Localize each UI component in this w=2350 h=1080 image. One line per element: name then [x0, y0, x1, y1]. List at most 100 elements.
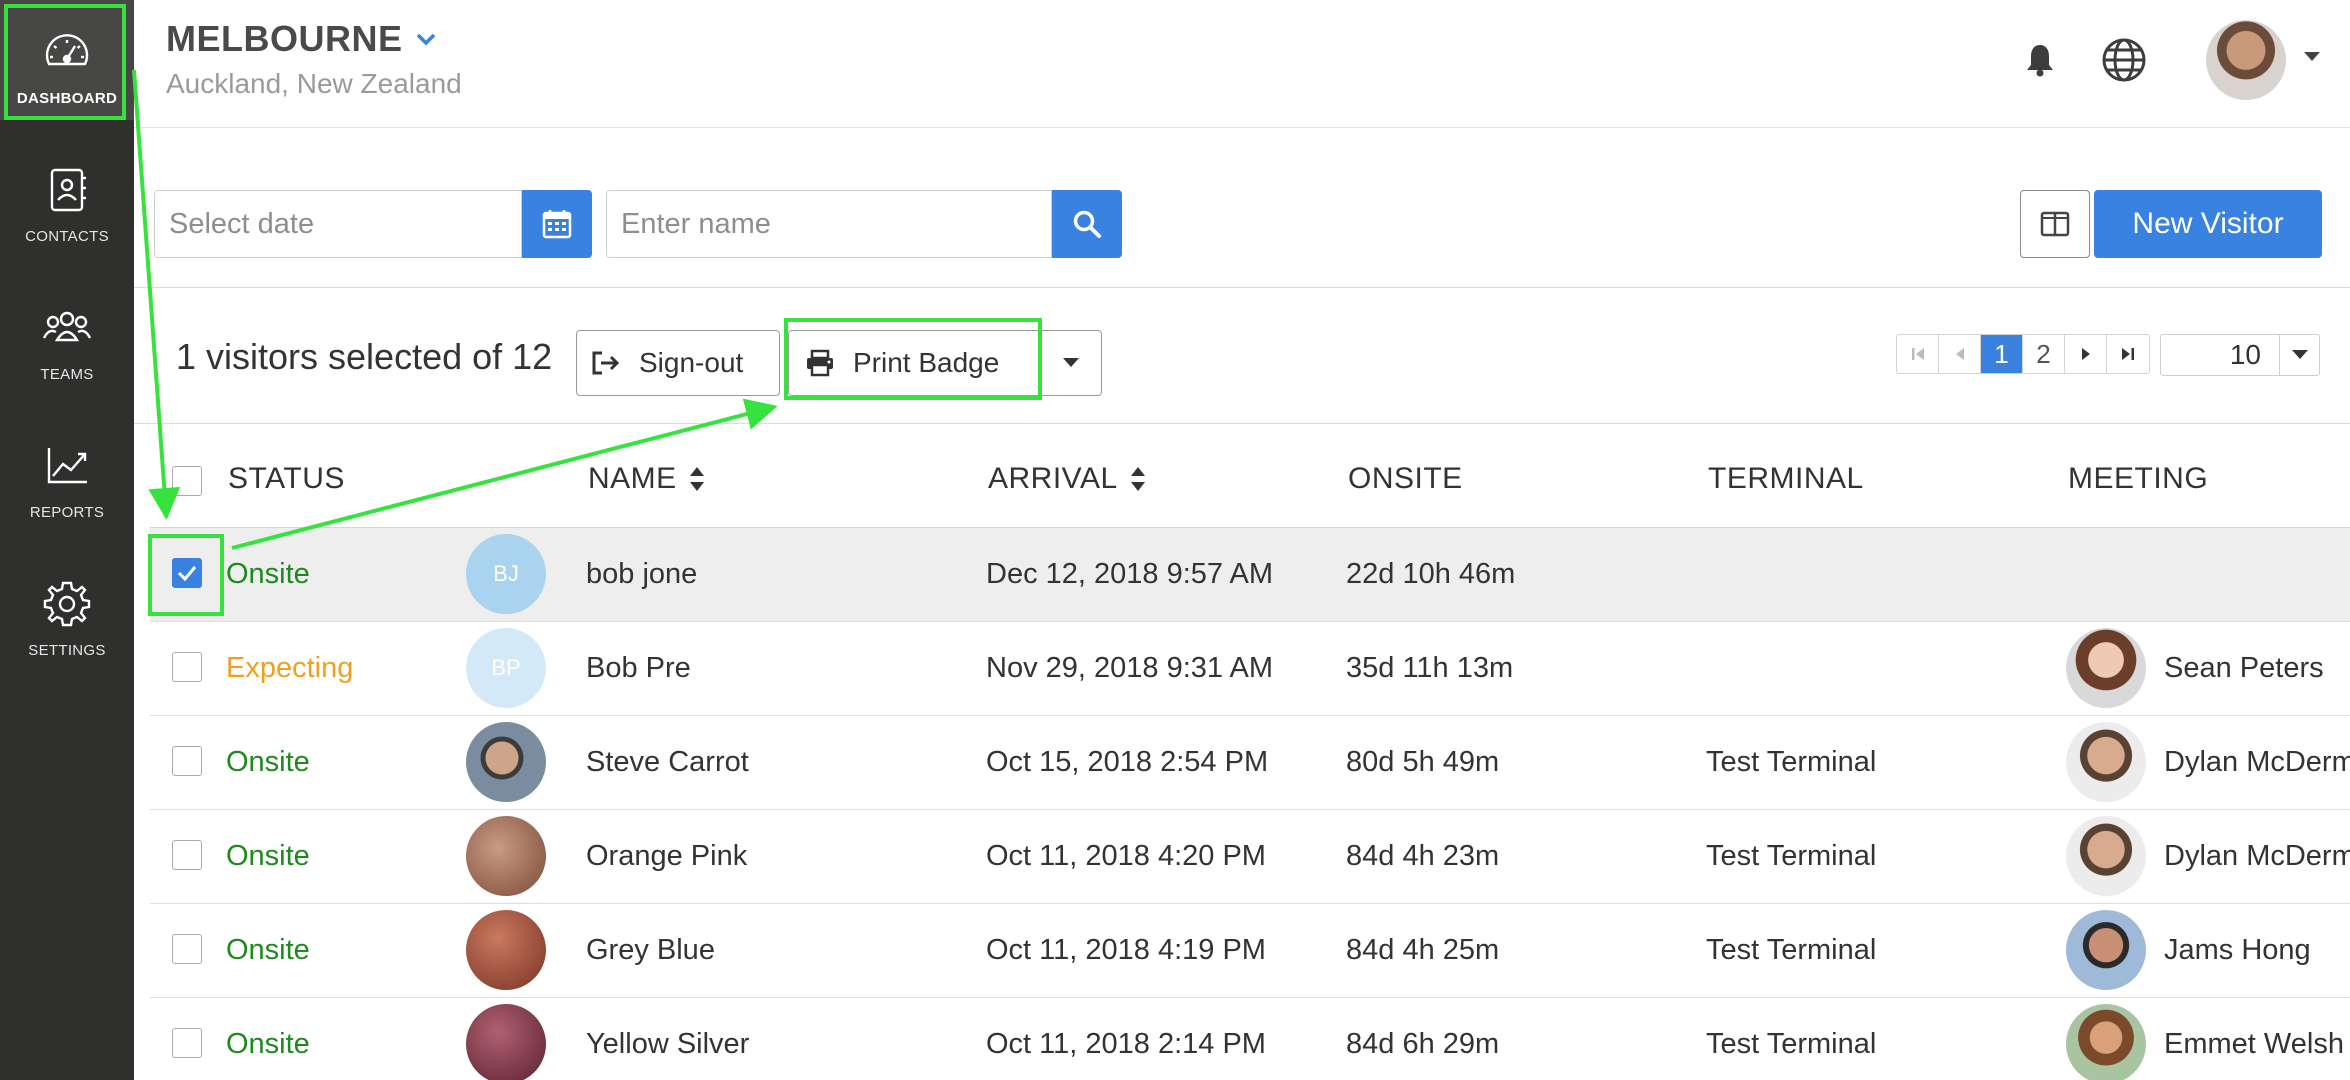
terminal-name: Test Terminal [1706, 746, 1877, 778]
table-row[interactable]: Onsite BJ bob jone Dec 12, 2018 9:57 AM … [150, 528, 2350, 622]
caret-down-icon [1063, 358, 1079, 367]
sidebar-item-contacts[interactable]: CONTACTS [0, 138, 134, 258]
gear-icon [43, 581, 91, 627]
skip-first-icon [1911, 348, 1924, 360]
avatar [466, 1004, 546, 1080]
location-selector[interactable]: MELBOURNE [166, 18, 437, 60]
column-header-arrival[interactable]: ARRIVAL [988, 462, 1146, 496]
status-label: Onsite [226, 1028, 310, 1060]
row-checkbox[interactable] [172, 558, 202, 588]
onsite-duration: 80d 5h 49m [1346, 746, 1500, 778]
table-header: STATUS NAME ARRIVAL ONSITE TERMINAL MEET… [150, 424, 2350, 528]
row-checkbox[interactable] [172, 934, 202, 964]
column-header-label: ONSITE [1348, 462, 1463, 495]
table-row[interactable]: Onsite Yellow Silver Oct 11, 2018 2:14 P… [150, 998, 2350, 1080]
prev-page-button[interactable] [1939, 335, 1981, 373]
skip-last-icon [2122, 348, 2134, 360]
selection-count: 1 visitors selected of 12 [176, 336, 553, 377]
per-page-select[interactable]: 10 [2160, 334, 2320, 376]
avatar[interactable] [2206, 20, 2286, 100]
date-input[interactable] [154, 190, 522, 258]
column-layout-button[interactable] [2020, 190, 2090, 258]
onsite-duration: 84d 6h 29m [1346, 1028, 1500, 1060]
location-subtitle: Auckland, New Zealand [166, 68, 462, 99]
calendar-button[interactable] [522, 190, 592, 258]
sign-out-icon [592, 351, 620, 375]
calendar-icon [542, 210, 572, 239]
column-header-terminal: TERMINAL [1708, 462, 1864, 496]
status-label: Onsite [226, 840, 310, 872]
table-row[interactable]: Onsite Steve Carrot Oct 15, 2018 2:54 PM… [150, 716, 2350, 810]
column-header-status: STATUS [228, 462, 345, 496]
row-checkbox[interactable] [172, 652, 202, 682]
visitor-name[interactable]: Steve Carrot [586, 746, 749, 779]
page-1-button[interactable]: 1 [1981, 335, 2023, 373]
search-icon [1073, 210, 1101, 238]
visitor-name[interactable]: Yellow Silver [586, 1028, 749, 1061]
visitor-name[interactable]: Orange Pink [586, 840, 747, 873]
host-avatar [2066, 1004, 2146, 1080]
meeting-host: Dylan McDerm [2164, 746, 2350, 778]
last-page-button[interactable] [2107, 335, 2149, 373]
page-2-button[interactable]: 2 [2023, 335, 2065, 373]
terminal-name: Test Terminal [1706, 840, 1877, 872]
meeting-host: Emmet Welsh [2164, 1028, 2344, 1060]
sidebar-item-label: SETTINGS [28, 642, 106, 659]
sidebar-item-reports[interactable]: REPORTS [0, 414, 134, 534]
sort-icon [1130, 467, 1145, 491]
column-header-name[interactable]: NAME [588, 462, 705, 496]
sign-out-label: Sign-out [639, 347, 744, 378]
avatar [466, 722, 546, 802]
chevron-down-icon [416, 33, 435, 46]
search-input[interactable] [606, 190, 1052, 258]
select-all-checkbox[interactable] [172, 466, 202, 496]
host-avatar [2066, 816, 2146, 896]
next-page-button[interactable] [2065, 335, 2107, 373]
visitor-name[interactable]: bob jone [586, 558, 697, 591]
sidebar-item-teams[interactable]: TEAMS [0, 276, 134, 396]
status-label: Onsite [226, 558, 310, 590]
onsite-duration: 22d 10h 46m [1346, 558, 1516, 590]
sign-out-button[interactable]: Sign-out [576, 330, 780, 396]
caret-down-icon [2279, 335, 2319, 375]
contacts-book-icon [50, 168, 86, 212]
globe-icon[interactable] [2100, 36, 2148, 84]
table-row[interactable]: Expecting BP Bob Pre Nov 29, 2018 9:31 A… [150, 622, 2350, 716]
bell-icon[interactable] [2016, 36, 2064, 84]
arrival-time: Nov 29, 2018 9:31 AM [986, 652, 1273, 684]
search-button[interactable] [1052, 190, 1122, 258]
status-label: Expecting [226, 652, 354, 684]
host-avatar [2066, 910, 2146, 990]
column-header-label: TERMINAL [1708, 462, 1864, 495]
sidebar-item-settings[interactable]: SETTINGS [0, 552, 134, 672]
row-checkbox[interactable] [172, 840, 202, 870]
arrival-time: Oct 15, 2018 2:54 PM [986, 746, 1269, 778]
printer-icon [807, 349, 833, 377]
table-row[interactable]: Onsite Orange Pink Oct 11, 2018 4:20 PM … [150, 810, 2350, 904]
row-checkbox[interactable] [172, 1028, 202, 1058]
split-columns-icon [2040, 211, 2070, 237]
print-options-dropdown[interactable] [1040, 330, 1102, 396]
avatar: BP [466, 628, 546, 708]
top-header: MELBOURNE Auckland, New Zealand [134, 0, 2350, 128]
column-header-label: NAME [588, 462, 677, 495]
selection-action-bar: 1 visitors selected of 12 Sign-out Print… [134, 288, 2350, 424]
sidebar-item-dashboard[interactable]: DASHBOARD [0, 0, 134, 120]
terminal-name: Test Terminal [1706, 934, 1877, 966]
column-header-label: ARRIVAL [988, 462, 1118, 495]
visitor-name[interactable]: Bob Pre [586, 652, 691, 685]
table-row[interactable]: Onsite Grey Blue Oct 11, 2018 4:19 PM 84… [150, 904, 2350, 998]
caret-down-icon[interactable] [2304, 52, 2320, 61]
sidebar-item-label: CONTACTS [25, 228, 109, 245]
first-page-button[interactable] [1897, 335, 1939, 373]
row-checkbox[interactable] [172, 746, 202, 776]
print-badge-button[interactable]: Print Badge [788, 330, 1040, 396]
chart-trend-icon [47, 448, 87, 484]
onsite-duration: 35d 11h 13m [1346, 652, 1514, 684]
sidebar-item-label: REPORTS [29, 504, 105, 521]
new-visitor-button[interactable]: New Visitor [2094, 190, 2322, 258]
caret-right-icon [2081, 348, 2090, 360]
caret-left-icon [1955, 348, 1964, 360]
visitor-name[interactable]: Grey Blue [586, 934, 715, 967]
avatar [466, 816, 546, 896]
